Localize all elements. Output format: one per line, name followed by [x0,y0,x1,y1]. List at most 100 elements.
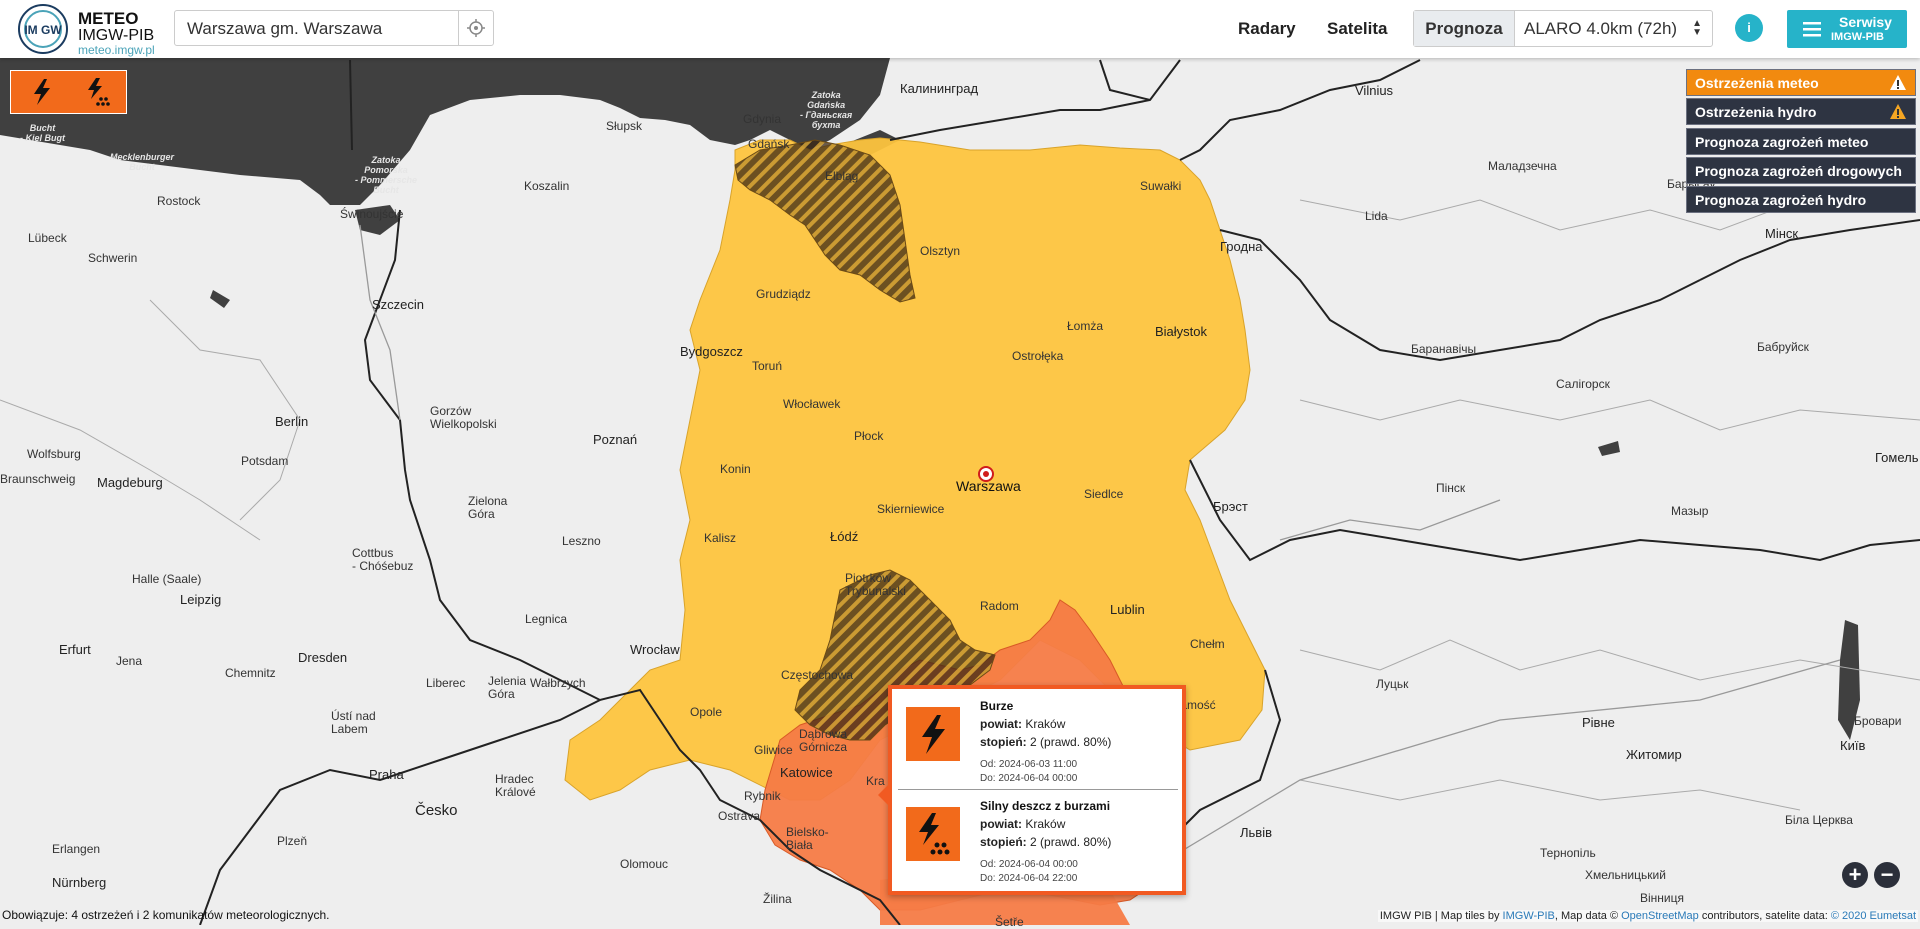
logo[interactable]: IM GW METEO IMGW-PIB meteo.imgw.pl [18,4,178,56]
city-label: Dąbrowa Górnicza [799,727,848,754]
city-label: Erlangen [52,842,101,856]
city-label: Gorzów Wielkopolski [430,404,497,431]
city-label: Hradec Králové [495,772,536,799]
city-label: Zatoka Pomorska - Pommersche Bucht [355,155,418,195]
city-label: Ústí nad Labem [331,709,376,736]
city-label: Dresden [298,650,348,665]
rain-lightning-icon [906,807,960,861]
city-label: Suwałki [1140,179,1182,193]
city-label: Рівне [1582,715,1615,730]
city-label: Bielsko- Biała [786,825,829,852]
layer-label: Prognoza zagrożeń hydro [1695,192,1867,208]
logo-title: METEO [78,9,139,28]
city-label: Вінниця [1640,891,1684,905]
warning-popup[interactable]: Burze powiat: Kraków stopień: 2 (prawd. … [878,685,1186,895]
city-label: Szczecin [372,297,425,312]
city-label: Katowice [780,765,833,780]
warning-icon [1890,104,1906,119]
city-label: Warszawa [956,478,1021,494]
imgw-link[interactable]: IMGW-PIB [1503,910,1555,922]
city-label: Radom [980,599,1019,613]
city-label: Mecklenburger Bucht [110,152,175,172]
city-label: Jena [116,654,143,668]
city-label: Маладзечна [1488,159,1557,173]
city-label: Wolfsburg [27,447,81,461]
city-label: Žilina [763,892,792,906]
city-label: Бровари [1854,714,1902,728]
city-label: Halle (Saale) [132,572,202,586]
city-label: Пінск [1436,481,1466,495]
layer-prognoza-zagrozen-hydro[interactable]: Prognoza zagrożeń hydro [1686,186,1916,213]
city-label: Włocławek [783,397,841,411]
city-label: Gdynia [743,112,782,126]
city-label: Wałbrzych [530,676,586,690]
lightning-icon [906,707,960,761]
city-label: Skierniewice [877,502,945,516]
crosshair-icon [467,19,485,37]
select-arrows-icon: ▲ ▼ [1692,18,1702,38]
logo-url: meteo.imgw.pl [78,43,155,57]
serwisy-sublabel: IMGW-PIB [1831,31,1884,43]
layer-label: Ostrzeżenia hydro [1695,104,1817,120]
locate-button[interactable] [458,11,493,45]
city-label: Ostrava [718,809,761,823]
city-label: Siedlce [1084,487,1124,501]
layer-ostrzezenia-meteo[interactable]: Ostrzeżenia meteo [1686,69,1916,96]
city-label: Berlin [275,414,309,429]
warning-legend[interactable] [10,70,127,114]
popup-divider [898,789,1178,790]
serwisy-button[interactable]: Serwisy IMGW-PIB [1787,10,1907,48]
zoom-in-button[interactable]: + [1842,862,1868,888]
city-label: Gliwice [754,743,793,757]
city-label: Zatoka Gdańska - Гданьская бухта [800,90,853,130]
eumetsat-link[interactable]: © 2020 Eumetsat [1831,910,1916,922]
nav-radary[interactable]: Radary [1238,19,1296,39]
city-label: Konin [720,462,751,476]
logo-org: IMGW-PIB [78,27,155,44]
layer-prognoza-zagrozen-drogowych[interactable]: Prognoza zagrożeń drogowych [1686,157,1916,184]
layer-ostrzezenia-hydro[interactable]: Ostrzeżenia hydro [1686,98,1916,125]
imgw-logo-icon: IM GW [18,4,68,54]
city-label: Гродна [1220,239,1263,254]
layer-label: Ostrzeżenia meteo [1695,75,1819,91]
warning-to: Do: 2024-06-04 22:00 [980,873,1078,884]
city-label: Тернопіль [1540,846,1596,860]
nav-satelita[interactable]: Satelita [1327,19,1387,39]
city-label: Słupsk [606,119,643,133]
city-label: Бабруйск [1757,340,1809,354]
city-label: Nürnberg [52,875,107,890]
city-label: Jelenia Góra [488,674,527,701]
city-label: Schwerin [88,251,138,265]
city-label: Liberec [426,676,466,690]
warning-stopien: stopień: 2 (prawd. 80%) [980,735,1112,749]
city-label: Białystok [1155,324,1208,339]
city-label: Legnica [525,612,568,626]
city-label: Біла Церква [1785,813,1853,827]
model-select[interactable]: ALARO 4.0km (72h) [1524,11,1677,46]
city-label: Lublin [1110,602,1145,617]
warning-from: Od: 2024-06-04 00:00 [980,859,1078,870]
search-input[interactable] [175,11,457,47]
city-label: Lida [1365,209,1388,223]
rain-lightning-icon [88,78,110,106]
serwisy-label: Serwisy [1839,14,1892,30]
zoom-out-button[interactable]: − [1874,862,1900,888]
city-label: Калининград [900,81,979,96]
info-button[interactable]: i [1735,14,1763,42]
layer-prognoza-zagrozen-meteo[interactable]: Prognoza zagrożeń meteo [1686,128,1916,155]
city-label: Magdeburg [97,475,163,490]
city-label: Leszno [562,534,601,548]
lightning-icon [34,79,50,105]
warning-title: Silny deszcz z burzami [980,799,1111,813]
city-label: Gdańsk [748,137,790,151]
prognoza-label[interactable]: Prognoza [1414,11,1515,46]
status-text: Obowiązuje: 4 ostrzeżeń i 2 komunikatów … [2,908,330,922]
city-label: Брэст [1213,499,1248,514]
city-label: Мінск [1765,226,1799,241]
osm-link[interactable]: OpenStreetMap [1621,910,1699,922]
city-label: Potsdam [241,454,289,468]
city-label: Poznań [593,432,638,447]
logo-mark: IM GW [24,23,62,37]
city-label: Vilnius [1355,83,1394,98]
city-label: Bucht - Kiel Bugt [20,123,65,143]
